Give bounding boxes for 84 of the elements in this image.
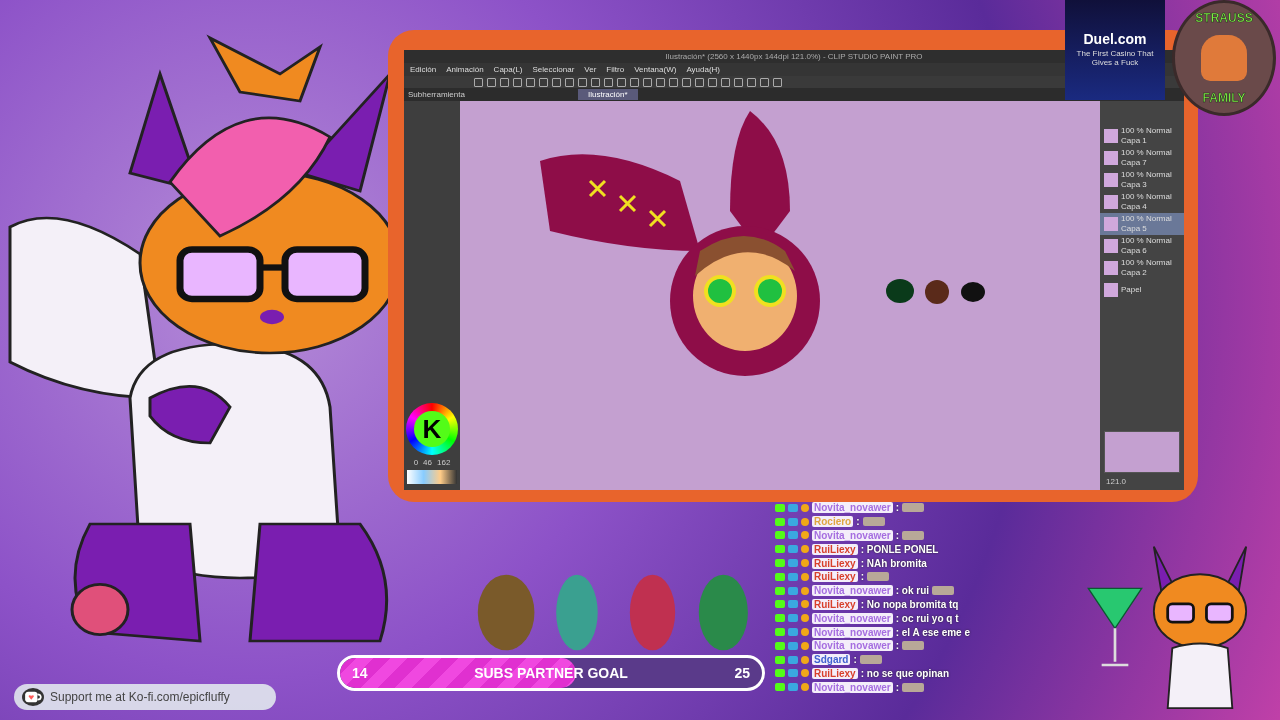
chat-username: RuiLiexy — [812, 543, 858, 555]
layer-name: Capa 4 — [1121, 202, 1148, 212]
chat-message: : el A ese eme e — [895, 626, 970, 638]
color-value: 46 — [423, 458, 432, 467]
chat-message: : NAh bromita — [860, 557, 927, 569]
layer-thumbnail — [1104, 129, 1118, 143]
layer-thumbnail — [1104, 217, 1118, 231]
layer-mode: 100 % Normal — [1121, 126, 1172, 136]
badge-title: STRAUSS — [1195, 11, 1253, 25]
layer-row[interactable]: 100 % Normal Capa 7 — [1100, 147, 1184, 169]
chat-message: : — [895, 530, 900, 541]
zoom-value: 121.0 — [1105, 476, 1128, 488]
color-value: 162 — [437, 458, 451, 467]
menu-item[interactable]: Animación — [446, 65, 484, 74]
layer-thumbnail — [1104, 261, 1118, 275]
menu-item[interactable]: Ver — [584, 65, 597, 74]
sponsor-tagline: The First Casino That Gives a Fuck — [1075, 48, 1155, 69]
layer-mode: 100 % Normal — [1121, 214, 1172, 224]
chat-message: : ok rui — [895, 585, 930, 597]
menu-item[interactable]: Seleccionar — [532, 65, 575, 74]
window-title: Ilustración* (2560 x 1440px 144dpi 121.0%) - CLIP STUDIO PAINT PRO — [665, 52, 923, 61]
layer-thumbnail — [1104, 173, 1118, 187]
menu-item[interactable]: Filtro — [606, 65, 625, 74]
layer-thumbnail — [1104, 239, 1118, 253]
chat-message: : oc rui yo q t — [895, 612, 959, 624]
chat-username: RuiLiexy — [812, 598, 858, 610]
chat-username: RuiLiexy — [812, 667, 858, 679]
chat-username: RuiLiexy — [812, 571, 858, 583]
chat-username: Novita_novawer — [812, 585, 893, 597]
goal-target: 25 — [734, 665, 750, 681]
chat-username: Rociero — [812, 516, 854, 528]
layer-row[interactable]: 100 % Normal Capa 2 — [1100, 257, 1184, 279]
chat-username: Novita_novawer — [812, 640, 893, 652]
layer-mode: 100 % Normal — [1121, 258, 1172, 268]
layer-name: Capa 3 — [1121, 180, 1148, 190]
kofi-link[interactable]: Support me at Ko-fi.com/epicfluffy — [50, 690, 230, 704]
chat-username: Novita_novawer — [812, 681, 893, 693]
layer-row[interactable]: 100 % Normal Capa 6 — [1100, 235, 1184, 257]
chat-message: : — [860, 571, 865, 583]
layer-name: Capa 6 — [1121, 246, 1148, 256]
chat-message: : No nopa bromita tq — [860, 598, 959, 610]
chat-username: Novita_novawer — [812, 530, 893, 541]
layer-row[interactable]: 100 % Normal Capa 4 — [1100, 191, 1184, 213]
document-tab[interactable]: Ilustración* — [578, 89, 638, 100]
chat-message: : — [895, 502, 900, 514]
layer-name: Capa 1 — [1121, 136, 1148, 146]
menu-item[interactable]: Ventana(W) — [634, 65, 677, 74]
layer-thumbnail — [1104, 283, 1118, 297]
chat-username: RuiLiexy — [812, 557, 858, 569]
layer-mode: 100 % Normal — [1121, 236, 1172, 246]
color-swatches[interactable] — [407, 470, 457, 484]
menu-item[interactable]: Ayuda(H) — [686, 65, 721, 74]
layer-thumbnail — [1104, 195, 1118, 209]
layer-row[interactable]: 100 % Normal Capa 1 — [1100, 125, 1184, 147]
layer-mode: 100 % Normal — [1121, 170, 1172, 180]
layer-name: Capa 2 — [1121, 268, 1148, 278]
sponsor-name: Duel.com — [1083, 31, 1147, 47]
color-value: 0 — [413, 458, 419, 467]
chat-message: : — [853, 654, 857, 666]
layer-mode: 100 % Normal — [1121, 148, 1172, 158]
chat-username: Novita_novawer — [812, 626, 893, 638]
layer-name: Capa 7 — [1121, 158, 1148, 168]
chat-message: : PONLE PONEL — [860, 543, 939, 555]
sponsor-banner[interactable]: Duel.com The First Casino That Gives a Fuck — [1065, 0, 1165, 100]
menu-item[interactable]: Edición — [410, 65, 437, 74]
layer-name: Capa 5 — [1121, 224, 1148, 234]
layer-row[interactable]: 100 % Normal Capa 3 — [1100, 169, 1184, 191]
chat-username: Novita_novawer — [812, 502, 893, 514]
kofi-banner[interactable]: Support me at Ko-fi.com/epicfluffy — [14, 684, 276, 710]
cup-icon — [22, 688, 44, 706]
chat-message: : — [895, 681, 900, 693]
chat-username: Novita_novawer — [812, 612, 893, 624]
badge-subtitle: FAMILY — [1202, 91, 1246, 105]
chat-message: : — [895, 640, 900, 652]
panel-title: Subherramienta — [408, 90, 466, 99]
layer-row[interactable]: Papel — [1100, 279, 1184, 301]
chat-username: Sdgard — [812, 654, 851, 666]
layer-mode: 100 % Normal — [1121, 192, 1172, 202]
chat-message: : — [856, 516, 860, 528]
chat-message: : no se que opinan — [860, 667, 950, 679]
goal-current: 14 — [352, 665, 368, 681]
layer-name: Papel — [1121, 285, 1142, 295]
menu-item[interactable]: Capa(L) — [493, 65, 523, 74]
layer-thumbnail — [1104, 151, 1118, 165]
